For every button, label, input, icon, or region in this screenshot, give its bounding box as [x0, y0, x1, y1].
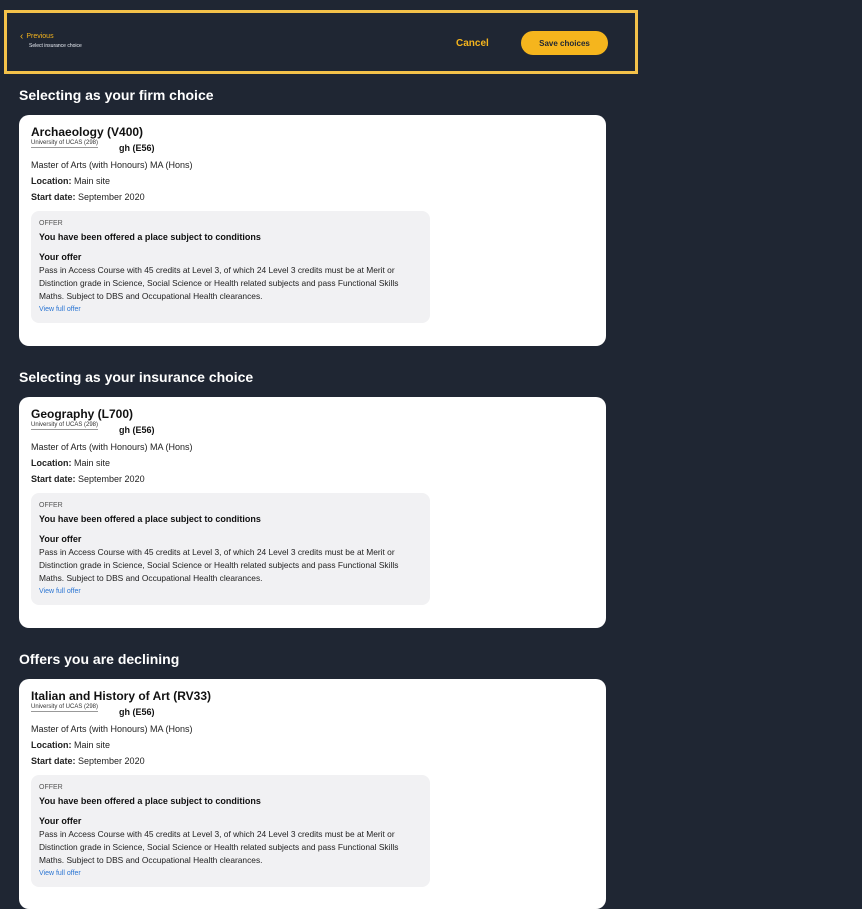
offer-card-declining: Italian and History of Art (RV33) Univer… [19, 679, 606, 909]
view-full-offer-link[interactable]: View full offer [39, 305, 422, 315]
start-date-value: September 2020 [78, 474, 145, 484]
offer-panel: OFFER You have been offered a place subj… [31, 211, 430, 323]
offer-conditions: Pass in Access Course with 45 credits at… [39, 829, 399, 865]
top-navigation-bar: ‹ Previous Select insurance choice Cance… [4, 10, 638, 74]
offer-tag: OFFER [39, 502, 63, 509]
section-title-firm-choice: Selecting as your firm choice [19, 87, 214, 103]
start-date-label: Start date: [31, 474, 76, 484]
university-row: University of UCAS (298) gh (E56) [31, 422, 594, 438]
qualification: Master of Arts (with Honours) MA (Hons) [31, 442, 193, 452]
offer-status: You have been offered a place subject to… [39, 796, 261, 806]
offer-status: You have been offered a place subject to… [39, 232, 261, 242]
course-title: Geography (L700) [31, 407, 134, 421]
start-date-row: Start date: September 2020 [31, 189, 594, 205]
qualification: Master of Arts (with Honours) MA (Hons) [31, 724, 193, 734]
qualification: Master of Arts (with Honours) MA (Hons) [31, 160, 193, 170]
location-label: Location: [31, 176, 72, 186]
university-code: gh (E56) [119, 707, 155, 717]
section-title-insurance-choice: Selecting as your insurance choice [19, 369, 254, 385]
location-value: Main site [74, 176, 111, 186]
offer-card-firm: Archaeology (V400) University of UCAS (2… [19, 115, 606, 346]
offer-panel: OFFER You have been offered a place subj… [31, 493, 430, 605]
offer-conditions: Pass in Access Course with 45 credits at… [39, 547, 399, 583]
previous-label: Previous [26, 33, 54, 40]
offer-tag: OFFER [39, 220, 63, 227]
university-name: University of UCAS (298) [31, 704, 99, 712]
university-row: University of UCAS (298) gh (E56) [31, 140, 594, 156]
location-value: Main site [74, 740, 111, 750]
university-code: gh (E56) [119, 425, 155, 435]
location-row: Location: Main site [31, 455, 594, 471]
offer-conditions: Pass in Access Course with 45 credits at… [39, 265, 399, 301]
course-title: Italian and History of Art (RV33) [31, 689, 212, 703]
start-date-value: September 2020 [78, 192, 145, 202]
view-full-offer-link[interactable]: View full offer [39, 587, 422, 597]
start-date-value: September 2020 [78, 756, 145, 766]
chevron-left-icon: ‹ [20, 31, 24, 42]
section-title-declining: Offers you are declining [19, 651, 180, 667]
university-row: University of UCAS (298) gh (E56) [31, 704, 594, 720]
offer-status: You have been offered a place subject to… [39, 514, 261, 524]
location-label: Location: [31, 458, 72, 468]
previous-link[interactable]: ‹ Previous [20, 32, 54, 42]
offer-heading: Your offer [39, 534, 82, 544]
cancel-button[interactable]: Cancel [456, 38, 489, 50]
university-code: gh (E56) [119, 143, 155, 153]
university-name: University of UCAS (298) [31, 140, 99, 148]
offer-panel: OFFER You have been offered a place subj… [31, 775, 430, 887]
view-full-offer-link[interactable]: View full offer [39, 869, 422, 879]
location-row: Location: Main site [31, 173, 594, 189]
location-row: Location: Main site [31, 737, 594, 753]
offer-tag: OFFER [39, 784, 63, 791]
course-title: Archaeology (V400) [31, 125, 144, 139]
start-date-row: Start date: September 2020 [31, 753, 594, 769]
university-name: University of UCAS (298) [31, 422, 99, 430]
save-choices-button[interactable]: Save choices [521, 31, 608, 55]
offer-card-insurance: Geography (L700) University of UCAS (298… [19, 397, 606, 628]
page-subtitle: Select insurance choice [29, 43, 82, 49]
start-date-row: Start date: September 2020 [31, 471, 594, 487]
location-label: Location: [31, 740, 72, 750]
offer-heading: Your offer [39, 252, 82, 262]
start-date-label: Start date: [31, 192, 76, 202]
offer-heading: Your offer [39, 816, 82, 826]
location-value: Main site [74, 458, 111, 468]
start-date-label: Start date: [31, 756, 76, 766]
